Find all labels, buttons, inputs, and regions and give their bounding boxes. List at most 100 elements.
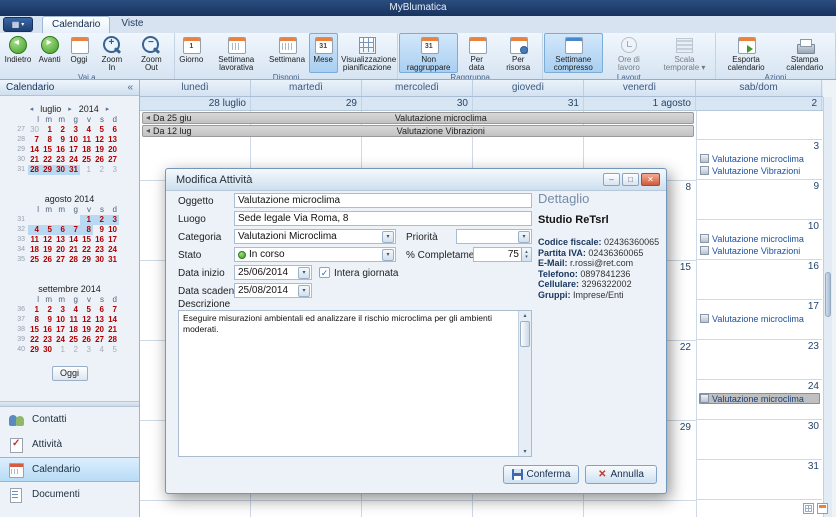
mini-day[interactable]: 4	[28, 225, 41, 235]
categoria-select[interactable]: Valutazioni Microclima ▾	[234, 229, 396, 244]
mini-day[interactable]: 9	[54, 135, 67, 145]
event-label[interactable]: Valutazione Vibrazioni	[699, 165, 820, 176]
mini-day[interactable]: 11	[80, 135, 93, 145]
ribbon-button-indietro[interactable]: Indietro	[1, 33, 35, 73]
sidebar-header[interactable]: Calendario «	[0, 80, 139, 96]
maximize-button[interactable]: □	[622, 173, 639, 186]
mini-day[interactable]: 12	[41, 235, 54, 245]
mini-day[interactable]: 28	[106, 335, 119, 345]
mini-day[interactable]: 12	[80, 315, 93, 325]
app-menu-button[interactable]: ▦ ▾	[3, 17, 33, 32]
mini-day[interactable]: 16	[41, 325, 54, 335]
mini-day[interactable]: 26	[41, 255, 54, 265]
dialog-titlebar[interactable]: Modifica Attività – □ ✕	[166, 169, 666, 191]
mini-day[interactable]: 30	[28, 125, 41, 135]
mini-day[interactable]: 26	[80, 335, 93, 345]
tab-viste[interactable]: Viste	[112, 16, 152, 33]
stato-select[interactable]: In corso ▾	[234, 247, 396, 262]
calendar-view-icon[interactable]	[817, 503, 828, 514]
mini-day[interactable]: 5	[93, 125, 106, 135]
ribbon-button-per-data[interactable]: Per data	[458, 33, 495, 73]
event-label[interactable]: Valutazione microclima	[699, 233, 820, 244]
weekend-cell[interactable]	[697, 111, 822, 140]
mini-day[interactable]: 25	[67, 335, 80, 345]
mini-day[interactable]: 7	[106, 305, 119, 315]
mini-day[interactable]: 3	[67, 125, 80, 135]
mini-day[interactable]: 7	[28, 135, 41, 145]
intera-giornata-checkbox[interactable]: ✓	[319, 267, 330, 278]
mini-day[interactable]: 1	[80, 165, 93, 175]
window-titlebar[interactable]: MyBlumatica	[0, 0, 836, 16]
mini-day[interactable]: 2	[67, 345, 80, 355]
mini-day[interactable]: 11	[67, 315, 80, 325]
ribbon-button-giorno[interactable]: Giorno	[176, 33, 207, 73]
spinner-arrows-icon[interactable]: ▴ ▾	[521, 248, 531, 261]
oggetto-input[interactable]	[234, 193, 532, 208]
event-banner[interactable]: ◂ Da 25 giu Valutazione microclima	[142, 112, 694, 124]
ribbon-button-stampa-calendario[interactable]: Stampa calendario	[775, 33, 834, 73]
mini-day[interactable]: 31	[106, 255, 119, 265]
mini-day[interactable]: 4	[93, 345, 106, 355]
minimize-button[interactable]: –	[603, 173, 620, 186]
mini-day[interactable]: 14	[67, 235, 80, 245]
mini-day[interactable]: 20	[93, 325, 106, 335]
mini-day[interactable]: 9	[41, 315, 54, 325]
weekend-cell[interactable]: 24 Valutazione microclima	[697, 380, 822, 420]
mini-day[interactable]: 28	[28, 165, 41, 175]
ribbon-button-ore-di-lavoro[interactable]: Ore di lavoro	[603, 33, 656, 73]
mini-day[interactable]: 22	[28, 335, 41, 345]
dropdown-arrow-icon[interactable]: ▾	[382, 248, 394, 261]
ribbon-button-visualizzazione-pianificazione[interactable]: Visualizzazione pianificazione	[338, 33, 397, 73]
weekend-cell[interactable]: 23	[697, 340, 822, 380]
event-label[interactable]: Valutazione microclima	[699, 313, 820, 324]
ribbon-button-zoom-out[interactable]: Zoom Out	[130, 33, 173, 73]
today-button[interactable]: Oggi	[51, 365, 88, 381]
mini-day[interactable]: 5	[41, 225, 54, 235]
dropdown-arrow-icon[interactable]: ▾	[382, 230, 394, 243]
mini-day[interactable]: 10	[106, 225, 119, 235]
scrollbar-thumb[interactable]	[520, 321, 530, 347]
conferma-button[interactable]: Conferma	[503, 465, 579, 484]
mini-day[interactable]: 31	[67, 165, 80, 175]
mini-day[interactable]: 27	[93, 335, 106, 345]
date-cell[interactable]: 1 agosto	[584, 97, 696, 110]
ribbon-button-oggi[interactable]: Oggi	[64, 33, 93, 73]
date-cell[interactable]: 31	[473, 97, 584, 110]
mini-day[interactable]: 9	[93, 225, 106, 235]
date-cell[interactable]: 30	[362, 97, 473, 110]
ribbon-button-settimana[interactable]: Settimana	[266, 33, 309, 73]
collapse-icon[interactable]: «	[127, 80, 133, 95]
data-scadenza-picker[interactable]: 25/08/2014 ▾	[234, 283, 312, 298]
ribbon-button-settimana-lavorativa[interactable]: Settimana lavorativa	[207, 33, 266, 73]
mini-day[interactable]: 28	[67, 255, 80, 265]
event-label[interactable]: Valutazione microclima	[699, 393, 820, 404]
mini-day[interactable]: 23	[54, 155, 67, 165]
vertical-scrollbar[interactable]	[823, 97, 832, 517]
mini-day[interactable]: 15	[80, 235, 93, 245]
dropdown-arrow-icon[interactable]: ▾	[298, 266, 310, 279]
mini-day[interactable]: 2	[41, 305, 54, 315]
prev-month-arrow-icon[interactable]: ◂	[30, 105, 34, 113]
dropdown-arrow-icon[interactable]: ▾	[298, 284, 310, 297]
mini-day[interactable]: 8	[41, 135, 54, 145]
mini-day[interactable]: 22	[41, 155, 54, 165]
mini-day[interactable]: 17	[67, 145, 80, 155]
event-label[interactable]: Valutazione microclima	[699, 153, 820, 164]
mini-day[interactable]: 1	[41, 125, 54, 135]
mini-day[interactable]: 4	[80, 125, 93, 135]
mini-day[interactable]: 21	[106, 325, 119, 335]
mini-day[interactable]: 13	[93, 315, 106, 325]
ribbon-button-avanti[interactable]: Avanti	[35, 33, 64, 73]
textarea-scrollbar[interactable]: ▴ ▾	[518, 311, 531, 456]
ribbon-button-settimane-compresso[interactable]: Settimane compresso	[544, 33, 603, 73]
mini-day[interactable]: 20	[54, 245, 67, 255]
mini-day[interactable]: 21	[28, 155, 41, 165]
weekend-cell[interactable]: 31	[697, 460, 822, 500]
mini-day[interactable]: 23	[41, 335, 54, 345]
mini-day[interactable]: 1	[80, 215, 93, 225]
mini-day[interactable]: 3	[106, 165, 119, 175]
mini-day[interactable]: 15	[28, 325, 41, 335]
mini-day[interactable]: 12	[93, 135, 106, 145]
mini-day[interactable]: 24	[67, 155, 80, 165]
priorita-select[interactable]: ▾	[456, 229, 532, 244]
